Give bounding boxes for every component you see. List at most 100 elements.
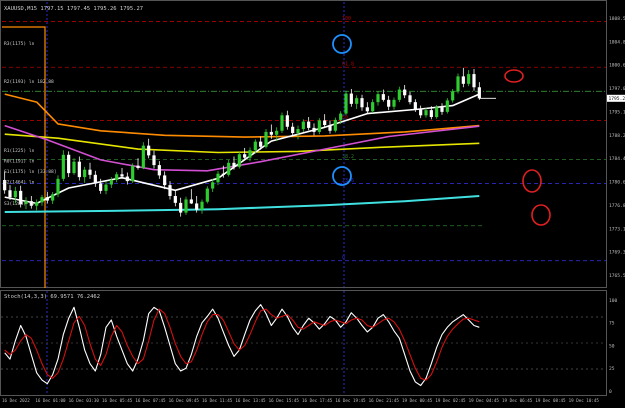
candle-body-42 — [227, 163, 230, 175]
candle-body-23 — [126, 177, 129, 182]
candle-body-77 — [414, 102, 417, 109]
candle-body-40 — [216, 174, 219, 183]
candle-body-61 — [328, 125, 331, 131]
candle-body-33 — [179, 203, 182, 213]
indicator-header: Stoch(14,3,3) 69.9571 76.2462 — [4, 294, 100, 300]
orange-step-line — [2, 27, 45, 288]
candle-body-59 — [318, 120, 321, 131]
candle-body-29 — [158, 165, 161, 175]
candles — [3, 68, 496, 217]
candle-body-27 — [147, 146, 150, 156]
candle-body-89 — [478, 87, 481, 98]
price-tick-10: 1769.34 — [609, 250, 625, 256]
candle-body-53 — [286, 115, 289, 126]
red-circle-3 — [532, 205, 550, 225]
time-tick-7: 16 Dec 13:45 — [235, 398, 266, 403]
candle-body-14 — [78, 162, 81, 177]
candle-body-24 — [131, 166, 134, 181]
price-tick-1: 1804.88 — [609, 39, 625, 45]
time-tick-17: 19 Dec 10:45 — [569, 398, 600, 403]
time-tick-16: 19 Dec 08:45 — [535, 398, 566, 403]
time-tick-14: 19 Dec 04:45 — [469, 398, 500, 403]
moving-averages — [5, 94, 480, 212]
candle-body-48 — [259, 142, 262, 147]
time-tick-13: 19 Dec 02:45 — [435, 398, 466, 403]
candle-body-30 — [163, 175, 166, 185]
candle-body-86 — [462, 76, 465, 83]
candle-body-37 — [200, 202, 203, 210]
ma-line-4 — [5, 196, 480, 212]
candle-body-82 — [440, 107, 443, 112]
candle-body-36 — [195, 203, 198, 209]
candle-body-87 — [467, 74, 470, 84]
time-tick-12: 19 Dec 00:45 — [402, 398, 433, 403]
candle-body-31 — [168, 185, 171, 196]
candle-body-9 — [51, 194, 54, 200]
candle-body-51 — [275, 131, 278, 135]
chart-window[interactable]: 10061.85038.223.60 R3(1175) lnR2(1193) l… — [0, 0, 625, 404]
candle-body-10 — [56, 179, 59, 194]
blue-circle-top — [333, 35, 351, 53]
candle-body-20 — [110, 180, 113, 185]
candle-body-13 — [72, 162, 75, 173]
time-tick-5: 16 Dec 09:45 — [169, 398, 200, 403]
candle-body-80 — [430, 110, 433, 117]
stoch-tick-0: 100 — [609, 298, 618, 304]
candle-body-74 — [398, 90, 401, 100]
candle-body-81 — [435, 107, 438, 117]
candle-body-62 — [334, 120, 337, 131]
time-tick-10: 16 Dec 19:45 — [335, 398, 366, 403]
candle-body-46 — [248, 150, 251, 157]
candle-body-38 — [206, 189, 209, 202]
time-tick-4: 16 Dec 07:45 — [135, 398, 166, 403]
price-tick-8: 1776.88 — [609, 203, 625, 209]
stochastic-panel — [1, 305, 606, 386]
candle-body-54 — [291, 127, 294, 133]
price-tick-3: 1797.04 — [609, 86, 625, 92]
candle-body-22 — [120, 174, 123, 176]
candle-body-78 — [419, 110, 422, 116]
red-circle-1 — [505, 70, 523, 82]
time-tick-6: 16 Dec 11:45 — [202, 398, 233, 403]
price-tick-4: 1795.12 — [609, 109, 625, 115]
candle-body-65 — [350, 94, 353, 104]
price-tick-9: 1773.11 — [609, 226, 625, 232]
main-panel-border — [1, 1, 607, 288]
candle-body-63 — [339, 114, 342, 120]
candle-body-66 — [355, 98, 358, 104]
chart-canvas[interactable]: 10061.85038.223.60 R3(1175) lnR2(1193) l… — [0, 0, 625, 404]
candle-body-39 — [211, 182, 214, 188]
candle-body-56 — [302, 122, 305, 129]
red-circle-2 — [523, 170, 541, 192]
candle-body-67 — [360, 98, 363, 107]
price-tick-11: 1765.57 — [609, 273, 625, 279]
time-tick-8: 16 Dec 15:45 — [269, 398, 300, 403]
candle-body-76 — [408, 95, 411, 102]
stoch-tick-4: 0 — [609, 389, 612, 395]
price-tick-0: 1808.56 — [609, 16, 625, 22]
candle-body-52 — [280, 115, 283, 130]
candle-body-57 — [307, 122, 310, 128]
candle-body-84 — [451, 91, 454, 100]
candle-body-45 — [243, 154, 246, 157]
level-label-4: S1(1175) ln [33.88] — [4, 169, 57, 175]
stoch-axis: 1007550250 — [609, 298, 618, 395]
candle-body-72 — [387, 100, 390, 107]
candle-body-73 — [392, 100, 395, 107]
price-axis: 1808.561804.881800.651797.041795.121788.… — [607, 16, 625, 279]
time-tick-3: 16 Dec 05:45 — [102, 398, 133, 403]
candle-body-26 — [142, 146, 145, 168]
candle-body-18 — [99, 183, 102, 190]
candle-body-44 — [238, 154, 241, 167]
level-label-2: R1(1225) ln — [4, 148, 35, 154]
candle-body-7 — [40, 197, 43, 202]
candle-body-88 — [472, 74, 475, 87]
candle-body-8 — [46, 197, 49, 200]
candle-body-70 — [376, 94, 379, 102]
candle-body-60 — [323, 120, 326, 125]
candle-body-71 — [382, 94, 385, 100]
candle-body-50 — [270, 132, 273, 135]
candle-body-43 — [232, 163, 235, 167]
candle-body-1 — [8, 190, 11, 197]
candle-body-64 — [344, 94, 347, 114]
